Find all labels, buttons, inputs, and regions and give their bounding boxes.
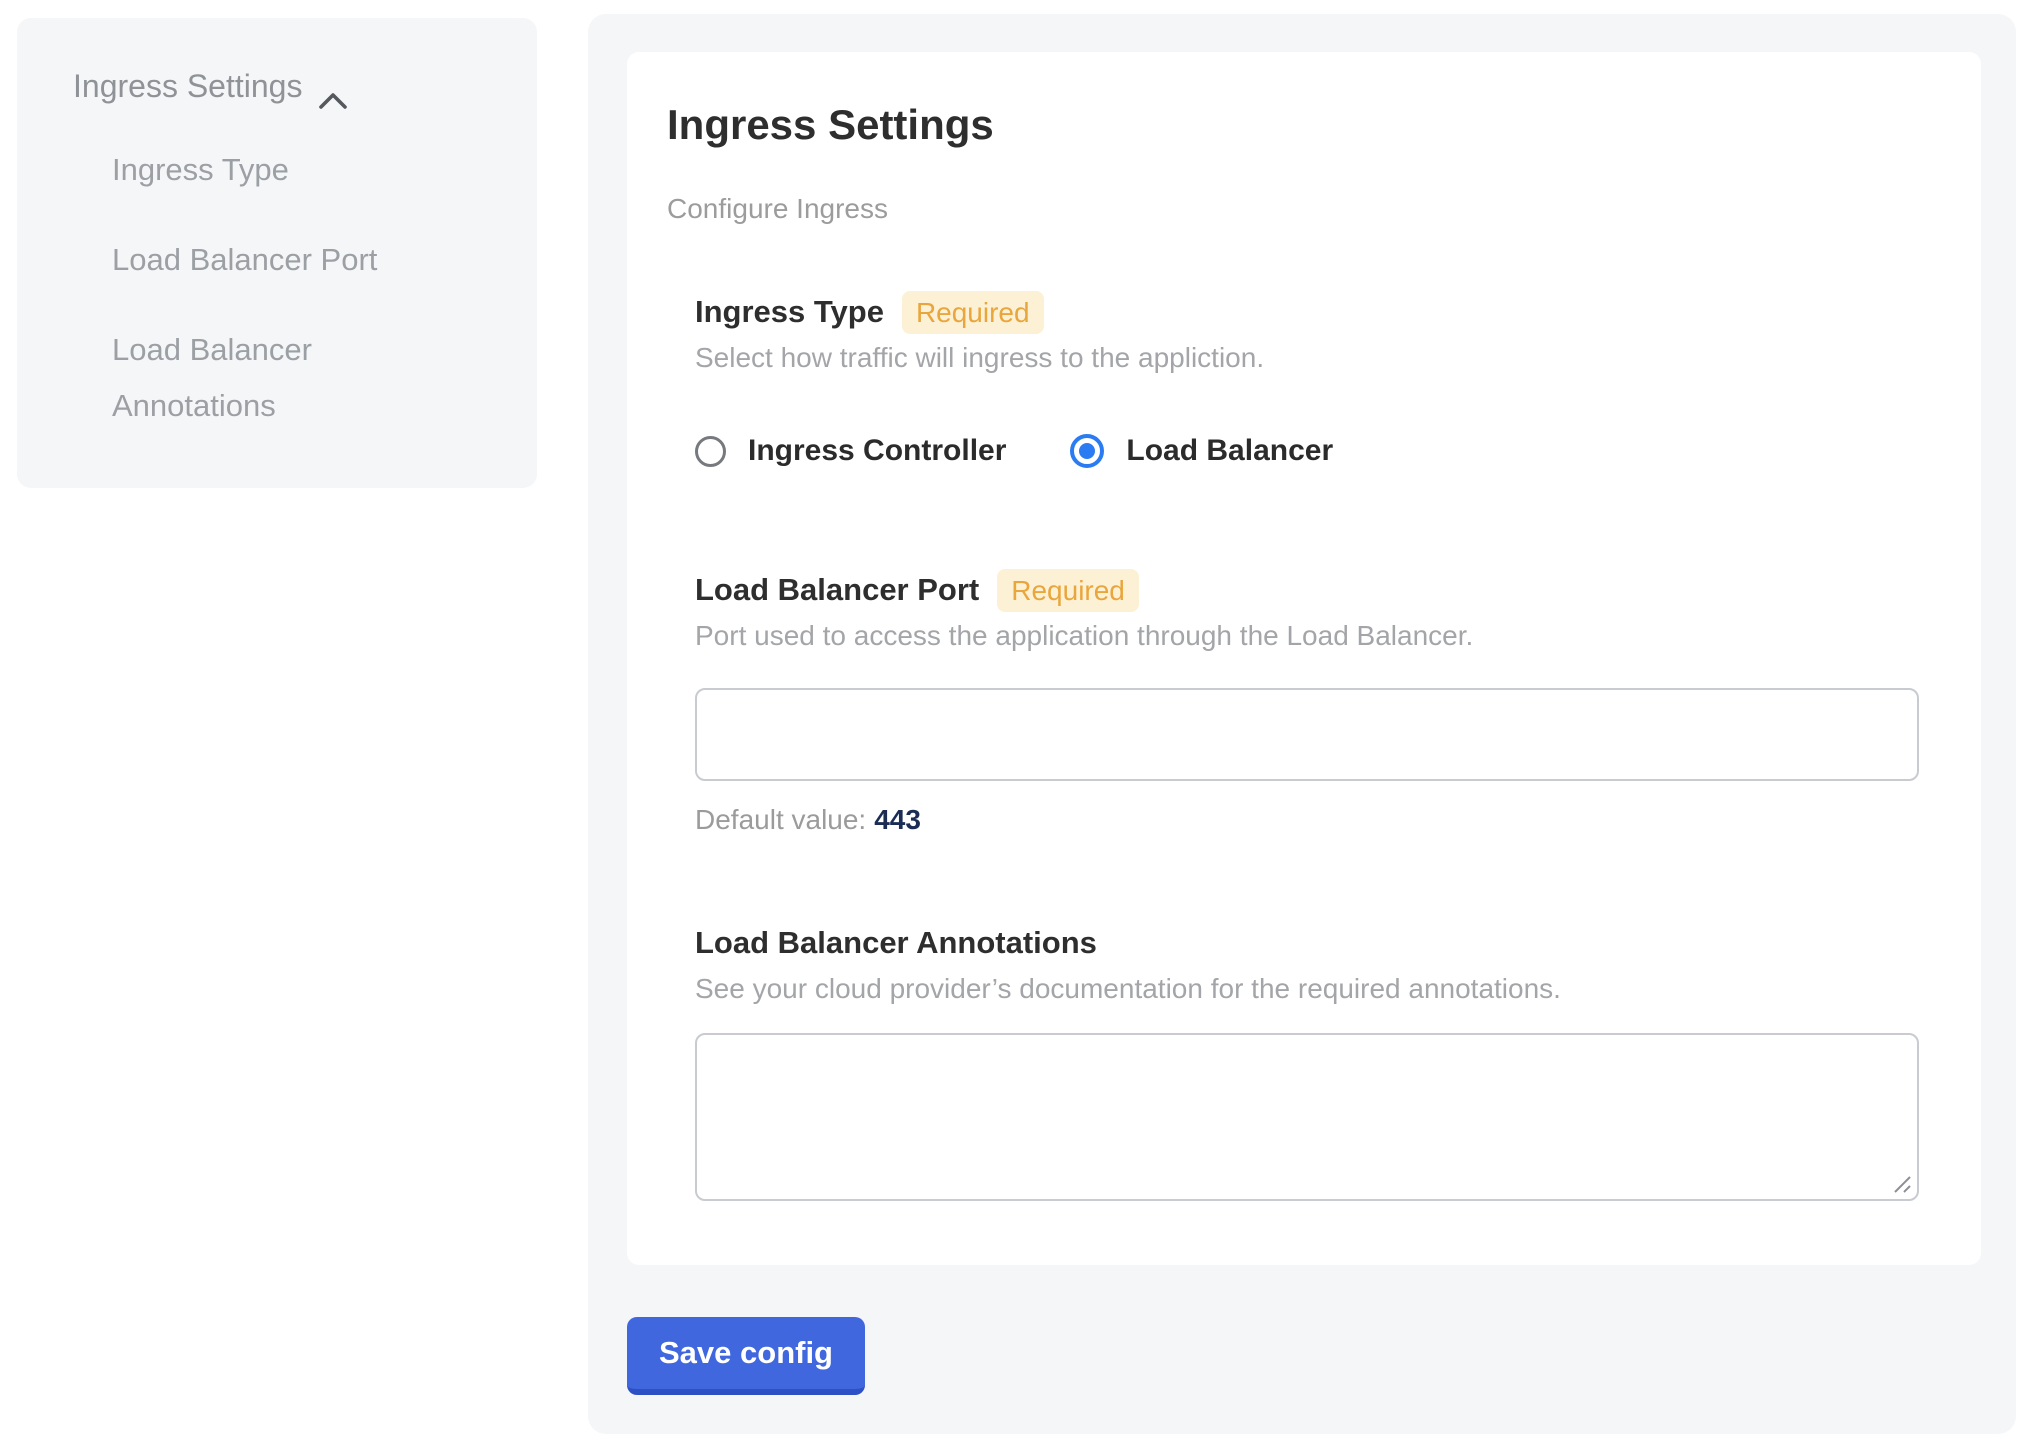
load-balancer-port-label: Load Balancer Port (695, 568, 979, 612)
sidebar-item-load-balancer-port[interactable]: Load Balancer Port (112, 232, 442, 288)
ingress-type-description: Select how traffic will ingress to the a… (695, 340, 1919, 376)
load-balancer-port-description: Port used to access the application thro… (695, 618, 1919, 654)
load-balancer-annotations-description: See your cloud provider’s documentation … (695, 971, 1919, 1007)
ingress-type-radio-group: Ingress Controller Load Balancer (695, 434, 1919, 468)
radio-icon[interactable] (695, 436, 726, 467)
section-load-balancer-port: Load Balancer Port Required Port used to… (695, 568, 1919, 837)
save-config-button[interactable]: Save config (627, 1317, 865, 1395)
chevron-up-icon[interactable] (318, 78, 348, 98)
radio-option-load-balancer[interactable]: Load Balancer (1070, 434, 1333, 468)
sidebar-item-ingress-type[interactable]: Ingress Type (112, 142, 442, 198)
ingress-settings-card: Ingress Settings Configure Ingress Ingre… (627, 52, 1981, 1265)
radio-label-ingress-controller: Ingress Controller (748, 434, 1006, 468)
radio-label-load-balancer: Load Balancer (1126, 434, 1333, 468)
load-balancer-port-input[interactable] (695, 688, 1919, 781)
ingress-type-label: Ingress Type (695, 290, 884, 334)
main-panel: Ingress Settings Configure Ingress Ingre… (588, 14, 2016, 1434)
radio-option-ingress-controller[interactable]: Ingress Controller (695, 434, 1006, 468)
page-subtitle: Configure Ingress (667, 192, 1919, 226)
default-value-label: Default value: (695, 804, 866, 835)
default-value: 443 (874, 804, 921, 835)
required-badge: Required (997, 569, 1139, 612)
sidebar-sub-list: Ingress Type Load Balancer Port Load Bal… (112, 142, 442, 434)
default-value-line: Default value: 443 (695, 803, 1919, 837)
required-badge: Required (902, 291, 1044, 334)
section-load-balancer-annotations: Load Balancer Annotations See your cloud… (695, 921, 1919, 1201)
load-balancer-annotations-textarea[interactable] (695, 1033, 1919, 1201)
sidebar-item-load-balancer-annotations[interactable]: Load Balancer Annotations (112, 322, 442, 434)
settings-sidebar: Ingress Settings Ingress Type Load Balan… (17, 18, 537, 488)
page-title: Ingress Settings (667, 100, 1919, 150)
sidebar-item-ingress-settings[interactable]: Ingress Settings (73, 64, 507, 108)
sidebar-parent-label: Ingress Settings (73, 64, 302, 108)
radio-icon[interactable] (1070, 434, 1104, 468)
annotations-textarea-wrap (695, 1033, 1919, 1201)
load-balancer-annotations-label: Load Balancer Annotations (695, 921, 1097, 965)
section-ingress-type: Ingress Type Required Select how traffic… (695, 290, 1919, 468)
